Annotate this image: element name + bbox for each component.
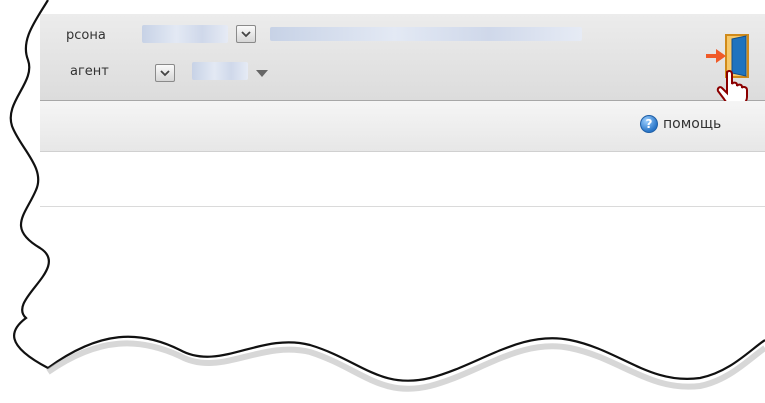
torn-edge-overlay: [0, 0, 765, 403]
